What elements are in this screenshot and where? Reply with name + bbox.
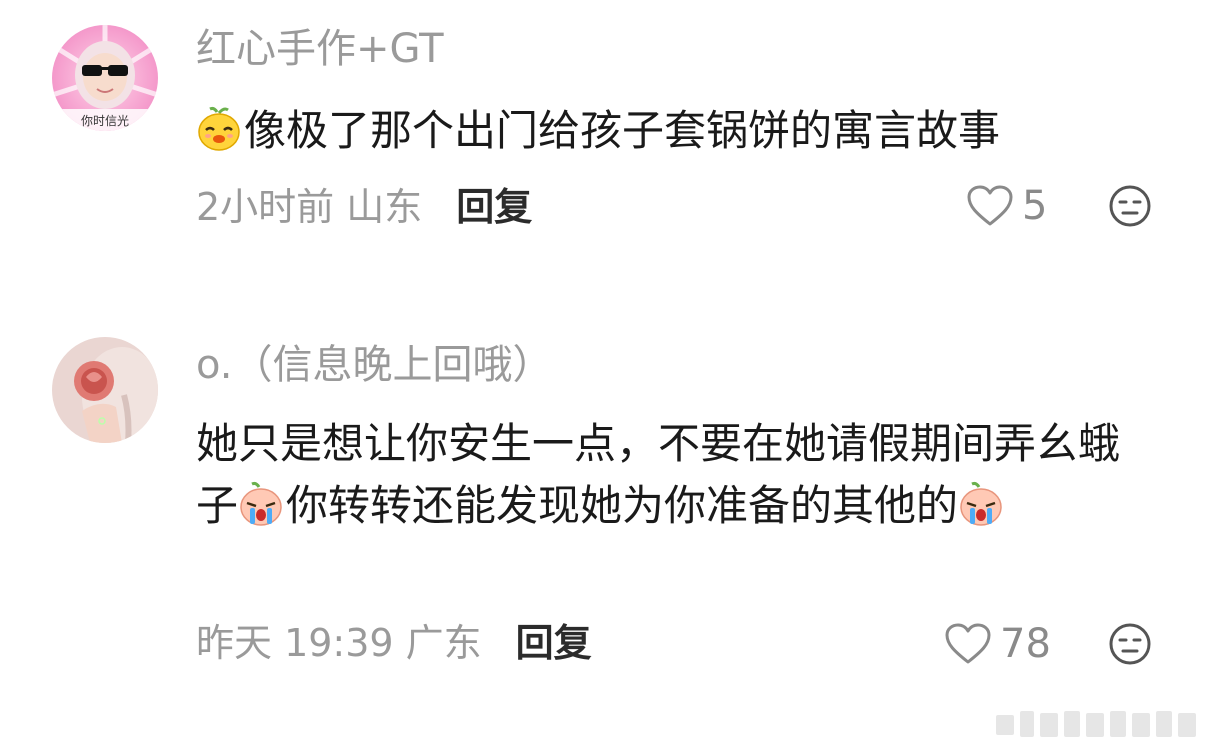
comment-item: o.（信息晚上回哦） 她只是想让你安生一点，不要在她请假期间弄幺蛾子 你转转还能…	[0, 310, 1224, 690]
neutral-face-icon	[1109, 623, 1151, 665]
neutral-face-icon	[1109, 185, 1151, 227]
avatar[interactable]	[52, 337, 158, 443]
like-count: 78	[1000, 621, 1051, 667]
like-button[interactable]: 5	[966, 184, 1047, 228]
comment-location: 山东	[346, 185, 423, 229]
avatar-caption: 你时信光	[81, 114, 129, 128]
comment-text-segment: 你转转还能发现她为你准备的其他的	[286, 481, 959, 530]
crying-face-emoji	[238, 481, 284, 527]
smug-face-emoji	[196, 106, 242, 152]
comment-location: 广东	[405, 621, 482, 665]
avatar-image: 你时信光	[52, 25, 158, 131]
like-count: 5	[1022, 183, 1048, 229]
username[interactable]: o.（信息晚上回哦）	[196, 345, 552, 385]
comment-text: 她只是想让你安生一点，不要在她请假期间弄幺蛾子 你转转还能发现她为你准备的其他的	[196, 413, 1156, 537]
heart-outline-icon	[967, 185, 1013, 226]
heart-outline-icon	[945, 623, 991, 664]
dislike-button[interactable]	[1108, 184, 1152, 228]
avatar[interactable]: 你时信光	[52, 25, 158, 131]
reply-button[interactable]: 回复	[516, 621, 592, 665]
comment-meta: 2小时前 山东 回复	[196, 188, 532, 226]
comment-meta: 昨天 19:39 广东 回复	[196, 624, 592, 662]
comment-item: 你时信光 红心手作+GT 像极了那个出门给孩子套锅饼的寓言故事 2小时前 山东 回复	[0, 0, 1224, 300]
avatar-image	[52, 337, 158, 443]
comment-time: 2小时前	[196, 185, 335, 229]
reply-button[interactable]: 回复	[456, 185, 532, 229]
comment-time: 昨天 19:39	[196, 621, 394, 665]
crying-face-emoji	[958, 481, 1004, 527]
comment-text-segment: 像极了那个出门给孩子套锅饼的寓言故事	[244, 106, 1001, 155]
like-button[interactable]: 78	[944, 622, 1051, 666]
dislike-button[interactable]	[1108, 622, 1152, 666]
username[interactable]: 红心手作+GT	[196, 29, 444, 69]
comment-text: 像极了那个出门给孩子套锅饼的寓言故事	[196, 100, 1156, 162]
comment-list: 你时信光 红心手作+GT 像极了那个出门给孩子套锅饼的寓言故事 2小时前 山东 回复	[0, 0, 1224, 751]
watermark	[996, 711, 1196, 737]
